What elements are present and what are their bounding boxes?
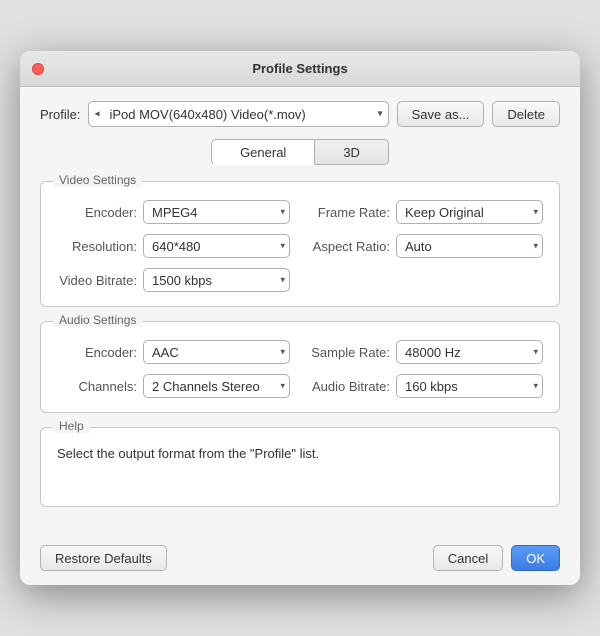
- video-settings-section: Video Settings Encoder: MPEG4 ▾ Frame Ra…: [40, 181, 560, 307]
- profile-settings-window: Profile Settings Profile: ◂ iPod MOV(640…: [20, 51, 580, 585]
- frame-rate-row: Frame Rate: Keep Original ▾: [310, 200, 543, 224]
- audio-bitrate-select-wrapper: 160 kbps ▾: [396, 374, 543, 398]
- channels-select-wrapper: 2 Channels Stereo ▾: [143, 374, 290, 398]
- profile-label: Profile:: [40, 107, 80, 122]
- channels-label: Channels:: [57, 379, 137, 394]
- tabs-bar: General 3D: [40, 139, 560, 165]
- resolution-label: Resolution:: [57, 239, 137, 254]
- audio-settings-section: Audio Settings Encoder: AAC ▾ Sample Rat…: [40, 321, 560, 413]
- sample-rate-select-wrapper: 48000 Hz ▾: [396, 340, 543, 364]
- close-button[interactable]: [32, 63, 44, 75]
- video-bitrate-select-wrapper: 1500 kbps ▾: [143, 268, 290, 292]
- title-bar: Profile Settings: [20, 51, 580, 87]
- profile-dropdown[interactable]: iPod MOV(640x480) Video(*.mov): [88, 101, 388, 127]
- resolution-dropdown[interactable]: 640*480: [143, 234, 290, 258]
- aspect-ratio-select-wrapper: Auto ▾: [396, 234, 543, 258]
- restore-defaults-button[interactable]: Restore Defaults: [40, 545, 167, 571]
- video-settings-grid: Encoder: MPEG4 ▾ Frame Rate: Keep Origin…: [57, 200, 543, 292]
- encoder-label: Encoder:: [57, 205, 137, 220]
- frame-rate-select-wrapper: Keep Original ▾: [396, 200, 543, 224]
- tab-3d[interactable]: 3D: [315, 139, 389, 165]
- main-content: Profile: ◂ iPod MOV(640x480) Video(*.mov…: [20, 87, 580, 535]
- resolution-select-wrapper: 640*480 ▾: [143, 234, 290, 258]
- audio-encoder-row: Encoder: AAC ▾: [57, 340, 290, 364]
- delete-button[interactable]: Delete: [492, 101, 560, 127]
- audio-settings-grid: Encoder: AAC ▾ Sample Rate: 48000 Hz: [57, 340, 543, 398]
- audio-encoder-label: Encoder:: [57, 345, 137, 360]
- audio-bitrate-row: Audio Bitrate: 160 kbps ▾: [310, 374, 543, 398]
- sample-rate-row: Sample Rate: 48000 Hz ▾: [310, 340, 543, 364]
- sample-rate-dropdown[interactable]: 48000 Hz: [396, 340, 543, 364]
- channels-row: Channels: 2 Channels Stereo ▾: [57, 374, 290, 398]
- help-text: Select the output format from the "Profi…: [57, 446, 543, 461]
- aspect-ratio-label: Aspect Ratio:: [310, 239, 390, 254]
- window-title: Profile Settings: [252, 61, 347, 76]
- tab-general[interactable]: General: [211, 139, 315, 165]
- audio-encoder-select-wrapper: AAC ▾: [143, 340, 290, 364]
- channels-dropdown[interactable]: 2 Channels Stereo: [143, 374, 290, 398]
- audio-bitrate-label: Audio Bitrate:: [310, 379, 390, 394]
- bottom-right-buttons: Cancel OK: [433, 545, 560, 571]
- ok-button[interactable]: OK: [511, 545, 560, 571]
- audio-bitrate-dropdown[interactable]: 160 kbps: [396, 374, 543, 398]
- resolution-row: Resolution: 640*480 ▾: [57, 234, 290, 258]
- aspect-ratio-dropdown[interactable]: Auto: [396, 234, 543, 258]
- encoder-select-wrapper: MPEG4 ▾: [143, 200, 290, 224]
- help-section: Help Select the output format from the "…: [40, 427, 560, 507]
- profile-row: Profile: ◂ iPod MOV(640x480) Video(*.mov…: [40, 101, 560, 127]
- save-as-button[interactable]: Save as...: [397, 101, 485, 127]
- video-bitrate-row: Video Bitrate: 1500 kbps ▾: [57, 268, 290, 292]
- audio-settings-title: Audio Settings: [53, 313, 142, 327]
- cancel-button[interactable]: Cancel: [433, 545, 503, 571]
- encoder-row: Encoder: MPEG4 ▾: [57, 200, 290, 224]
- profile-select-wrapper: ◂ iPod MOV(640x480) Video(*.mov) ▾: [88, 101, 388, 127]
- encoder-dropdown[interactable]: MPEG4: [143, 200, 290, 224]
- video-bitrate-dropdown[interactable]: 1500 kbps: [143, 268, 290, 292]
- video-settings-title: Video Settings: [53, 173, 142, 187]
- frame-rate-label: Frame Rate:: [310, 205, 390, 220]
- audio-encoder-dropdown[interactable]: AAC: [143, 340, 290, 364]
- bottom-bar: Restore Defaults Cancel OK: [20, 535, 580, 585]
- video-bitrate-label: Video Bitrate:: [57, 273, 137, 288]
- help-title: Help: [53, 419, 90, 433]
- profile-nav-icon: ◂: [94, 109, 99, 120]
- aspect-ratio-row: Aspect Ratio: Auto ▾: [310, 234, 543, 258]
- sample-rate-label: Sample Rate:: [310, 345, 390, 360]
- frame-rate-dropdown[interactable]: Keep Original: [396, 200, 543, 224]
